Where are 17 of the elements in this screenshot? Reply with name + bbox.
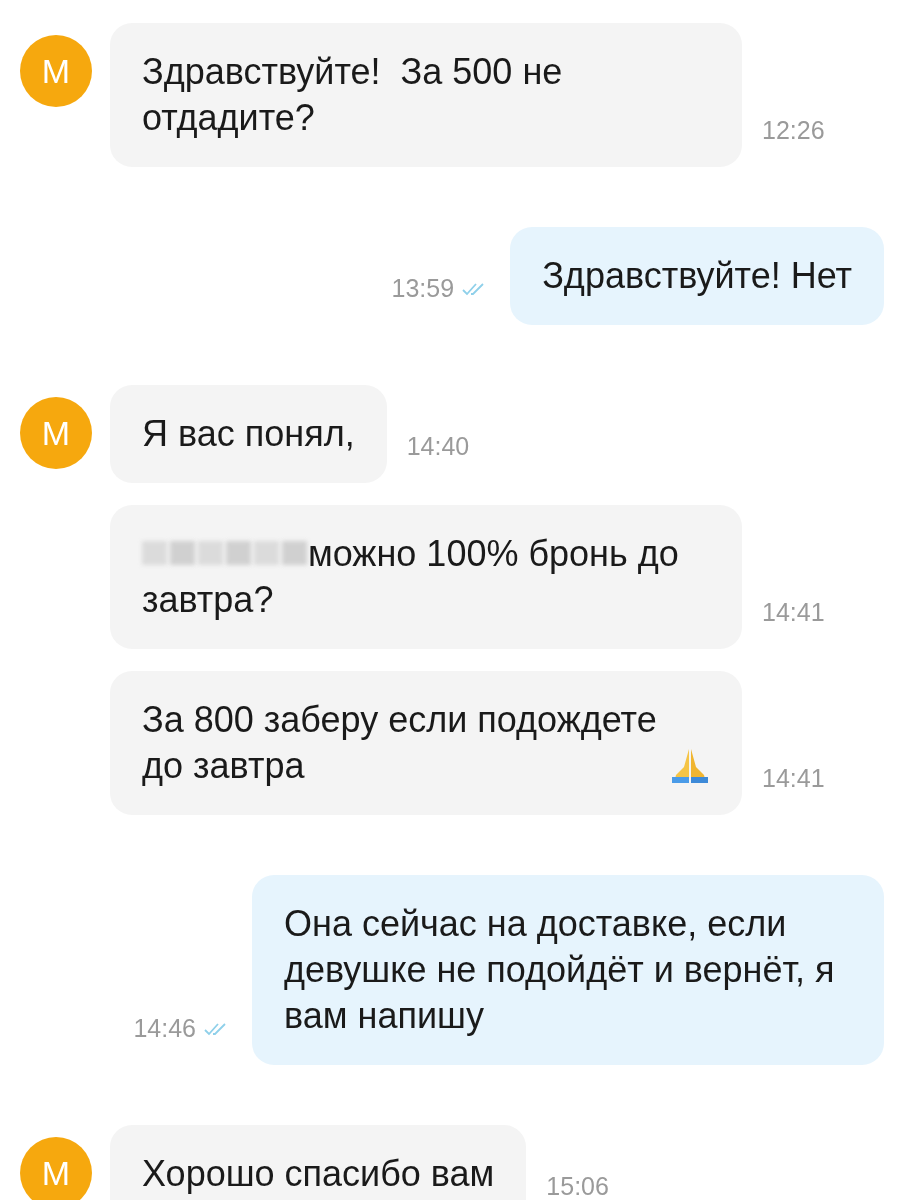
avatar: M (20, 397, 92, 469)
avatar: M (20, 35, 92, 107)
message-text: Здравствуйте! Нет (542, 255, 852, 296)
message-time: 12:26 (762, 116, 825, 145)
message-time: 14:46 (133, 1014, 196, 1043)
message-text: Здравствуйте! За 500 не отдадите? (142, 51, 564, 138)
message-time: 13:59 (391, 274, 455, 303)
message-time: 14:41 (762, 598, 825, 627)
message-text: Она сейчас на доставке, если девушке не подойдёт и вернёт, я вам напишу (284, 903, 836, 1036)
message-time: 14:40 (406, 432, 470, 461)
message-time: 14:41 (762, 764, 825, 793)
message-text: За 800 заберу если подождете до завтра (142, 698, 658, 788)
message-text: Я вас понял, (142, 413, 355, 454)
message-time: 15:06 (546, 1172, 609, 1200)
avatar: M (20, 1137, 92, 1200)
message-text: Хорошо спасибо вам (142, 1153, 495, 1194)
message-text: можно 100% бронь до завтра? (142, 532, 680, 622)
